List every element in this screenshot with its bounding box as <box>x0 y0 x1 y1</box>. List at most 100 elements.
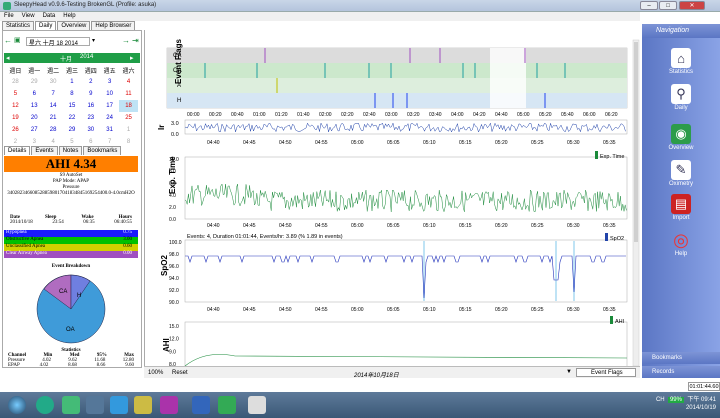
onenote-icon[interactable] <box>160 396 178 414</box>
calendar-day[interactable]: 29 <box>63 124 82 136</box>
exp_time-tick: 4.0 <box>169 193 176 199</box>
calendar-day[interactable]: 11 <box>119 88 138 100</box>
tab-daily[interactable]: Daily <box>35 21 57 30</box>
nav-item-help[interactable]: ◎ Help <box>642 230 720 258</box>
minimize-button[interactable]: – <box>640 1 658 10</box>
calendar-day[interactable]: 31 <box>100 124 119 136</box>
last-day-icon[interactable]: ⇥ <box>132 36 139 45</box>
detail-tabs: Details Events Notes Bookmarks <box>4 146 122 155</box>
menu-help[interactable]: Help <box>59 12 79 19</box>
event-breakdown: Event Breakdown CA H OA <box>4 264 138 348</box>
start-button-icon[interactable] <box>8 396 26 414</box>
calendar-day[interactable]: 30 <box>81 124 100 136</box>
calendar-day[interactable]: 21 <box>44 112 63 124</box>
outlook-icon[interactable] <box>192 396 210 414</box>
tab-statistics[interactable]: Statistics <box>2 21 35 30</box>
prev-day-arrow-icon[interactable]: ← <box>4 36 12 45</box>
import-icon: ▤ <box>671 194 691 214</box>
next-day-arrow-icon[interactable]: → <box>122 36 130 45</box>
spo2-tick: 98.0 <box>169 252 179 258</box>
app-icon-3[interactable] <box>86 396 104 414</box>
bookmarks-panel-button[interactable]: Bookmarks <box>642 352 720 364</box>
excel-icon[interactable] <box>218 396 236 414</box>
exp-time-plot[interactable] <box>184 156 628 220</box>
menu-file[interactable]: File <box>0 12 18 19</box>
calendar-day[interactable]: 26 <box>6 124 25 136</box>
menu-bar: File View Data Help <box>0 12 640 21</box>
event-value: 0.00 <box>123 251 132 256</box>
graph-scrollbar-thumb[interactable] <box>634 42 638 242</box>
nav-item-import[interactable]: ▤ Import <box>642 194 720 221</box>
calendar-day[interactable]: 7 <box>44 88 63 100</box>
maximize-button[interactable]: □ <box>659 1 677 10</box>
calendar-day[interactable]: 20 <box>25 112 44 124</box>
calendar-day[interactable]: 27 <box>25 124 44 136</box>
calendar-day[interactable]: 22 <box>63 112 82 124</box>
next-month-icon[interactable]: ▸ <box>130 54 134 62</box>
calendar-day[interactable]: 23 <box>81 112 100 124</box>
calendar-day[interactable]: 16 <box>81 100 100 112</box>
graph-selector-dropdown[interactable]: Event Flags <box>576 368 636 377</box>
sleepyhead-taskbar-icon[interactable] <box>248 396 266 414</box>
calendar-day[interactable]: 29 <box>25 76 44 88</box>
tab-overview[interactable]: Overview <box>57 21 91 30</box>
calendar-day[interactable]: 5 <box>6 88 25 100</box>
time-tick: 04:55 <box>315 223 328 229</box>
calendar-day[interactable]: 2 <box>81 76 100 88</box>
calendar-weekday: 週一 <box>28 68 41 75</box>
calendar-day[interactable]: 13 <box>25 100 44 112</box>
calendar-day[interactable]: 1 <box>119 124 138 136</box>
calendar-day[interactable]: 15 <box>63 100 82 112</box>
navigation-header[interactable]: Navigation <box>642 24 720 38</box>
tab-help-browser[interactable]: Help Browser <box>91 21 136 30</box>
nav-item-statistics[interactable]: ⌂ Statistics <box>642 48 720 75</box>
tab-events[interactable]: Events <box>31 146 58 155</box>
folder-icon[interactable] <box>134 396 152 414</box>
tray-battery[interactable]: 99% <box>667 397 684 403</box>
tab-details[interactable]: Details <box>4 146 31 155</box>
date-dropdown-icon[interactable]: ▾ <box>92 37 95 44</box>
calendar-day[interactable]: 14 <box>44 100 63 112</box>
spo2-plot[interactable] <box>184 239 628 303</box>
nav-item-overview[interactable]: ◉ Overview <box>642 124 720 151</box>
flag-time-tick: 01:20 <box>275 112 288 118</box>
calendar-day[interactable]: 18 <box>119 100 138 112</box>
nav-item-daily[interactable]: ⚲ Daily <box>642 84 720 111</box>
calendar-month[interactable]: 十月 <box>60 54 72 63</box>
calendar-weekday: 週五 <box>103 68 116 75</box>
menu-data[interactable]: Data <box>39 12 60 19</box>
app-icon-1[interactable] <box>36 396 54 414</box>
tray-lang[interactable]: CH <box>656 397 665 403</box>
menu-view[interactable]: View <box>18 12 39 19</box>
app-icon-2[interactable] <box>62 396 80 414</box>
calendar-day[interactable]: 6 <box>25 88 44 100</box>
calendar-day[interactable]: 28 <box>44 124 63 136</box>
dropdown-arrow-icon[interactable]: ▼ <box>566 369 572 375</box>
calendar-day[interactable]: 1 <box>63 76 82 88</box>
calendar-day[interactable]: 9 <box>81 88 100 100</box>
calendar-day[interactable]: 25 <box>119 112 138 124</box>
reset-button[interactable]: Reset <box>172 370 188 376</box>
tab-notes[interactable]: Notes <box>58 146 83 155</box>
calendar-day[interactable]: 30 <box>44 76 63 88</box>
prev-month-icon[interactable]: ◂ <box>6 54 10 62</box>
calendar-year[interactable]: 2014 <box>80 54 93 60</box>
ahi-plot[interactable] <box>184 321 628 369</box>
calendar-day[interactable]: 19 <box>6 112 25 124</box>
nav-item-oximetry[interactable]: ✎ Oximetry <box>642 160 720 187</box>
date-field[interactable]: 星六 十月 18 2014 <box>26 37 90 47</box>
calendar-day[interactable]: 12 <box>6 100 25 112</box>
calendar-day[interactable]: 28 <box>6 76 25 88</box>
pie-label-h: H <box>77 293 81 299</box>
ie-icon[interactable] <box>110 396 128 414</box>
records-panel-button[interactable]: Records <box>642 366 720 378</box>
calendar-day[interactable]: 3 <box>100 76 119 88</box>
tab-bookmarks[interactable]: Bookmarks <box>83 146 122 155</box>
close-button[interactable]: ✕ <box>679 1 705 10</box>
calendar-day[interactable]: 10 <box>100 88 119 100</box>
calendar-icon[interactable]: ▣ <box>14 36 21 44</box>
calendar-day[interactable]: 4 <box>119 76 138 88</box>
calendar-day[interactable]: 17 <box>100 100 119 112</box>
calendar-day[interactable]: 24 <box>100 112 119 124</box>
calendar-day[interactable]: 8 <box>63 88 82 100</box>
